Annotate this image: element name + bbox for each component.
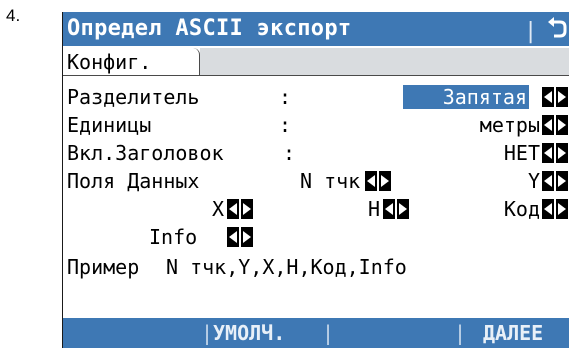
h-arrows-icon[interactable]: [383, 199, 409, 219]
back-button[interactable]: [545, 12, 569, 46]
point-number-field[interactable]: N тчк: [300, 167, 360, 195]
step-number: 4.: [6, 6, 21, 25]
units-arrows-icon[interactable]: [542, 115, 568, 135]
point-number-arrows-icon[interactable]: [365, 171, 391, 191]
header-arrows-icon[interactable]: [542, 143, 568, 163]
data-fields-row: Поля Данных N тчк Y: [63, 167, 569, 195]
header-value[interactable]: НЕТ: [504, 139, 540, 167]
y-field[interactable]: Y: [528, 167, 540, 195]
softkey-separator: |: [322, 321, 335, 345]
title-separator: |: [524, 19, 538, 44]
header-row: Вкл.Заголовок : НЕТ: [63, 139, 569, 167]
info-arrows-icon[interactable]: [227, 227, 253, 247]
example-text: N тчк,Y,X,H,Код,Info: [166, 255, 407, 279]
softkey-separator: |: [454, 321, 467, 345]
separator-row: Разделитель : Запятая: [63, 83, 569, 111]
code-field[interactable]: Код: [504, 195, 540, 223]
tab-bar-filler: [200, 48, 569, 75]
separator-value[interactable]: Запятая: [403, 85, 529, 109]
screen-title: Определ ASCII экспорт: [67, 16, 352, 41]
units-colon: :: [279, 113, 292, 137]
data-fields-row-3: Info: [63, 223, 569, 251]
h-field[interactable]: H: [368, 195, 380, 223]
separator-arrows-icon[interactable]: [542, 87, 568, 107]
header-colon: :: [283, 141, 296, 165]
units-value[interactable]: метры: [480, 111, 540, 139]
units-label: Единицы: [67, 113, 152, 137]
softkey-bar: | УМОЛЧ. | | ДАЛЕЕ: [63, 318, 569, 348]
data-fields-label: Поля Данных: [67, 169, 200, 193]
x-arrows-icon[interactable]: [227, 199, 253, 219]
y-arrows-icon[interactable]: [542, 171, 568, 191]
example-label: Пример: [67, 255, 140, 279]
figure: 4. Определ ASCII экспорт | Конфиг. Разде…: [0, 0, 569, 348]
header-label: Вкл.Заголовок: [67, 141, 224, 165]
tab-config[interactable]: Конфиг.: [63, 48, 200, 75]
title-bar: Определ ASCII экспорт |: [63, 12, 569, 46]
softkey-separator: |: [201, 321, 214, 345]
instrument-screen: Определ ASCII экспорт | Конфиг. Разделит…: [62, 12, 569, 348]
separator-colon: :: [279, 85, 292, 109]
default-button[interactable]: УМОЛЧ.: [213, 318, 285, 348]
units-row: Единицы : метры: [63, 111, 569, 139]
separator-label: Разделитель: [67, 85, 200, 109]
tab-config-label: Конфиг.: [67, 50, 152, 74]
tab-bar: Конфиг.: [63, 48, 569, 76]
code-arrows-icon[interactable]: [542, 199, 568, 219]
example-row: Пример N тчк,Y,X,H,Код,Info: [63, 253, 569, 281]
back-icon: [548, 17, 567, 38]
data-fields-row-2: X H Код: [63, 195, 569, 223]
next-button[interactable]: ДАЛЕЕ: [483, 318, 543, 348]
x-field[interactable]: X: [212, 195, 224, 223]
info-field[interactable]: Info: [149, 223, 197, 251]
